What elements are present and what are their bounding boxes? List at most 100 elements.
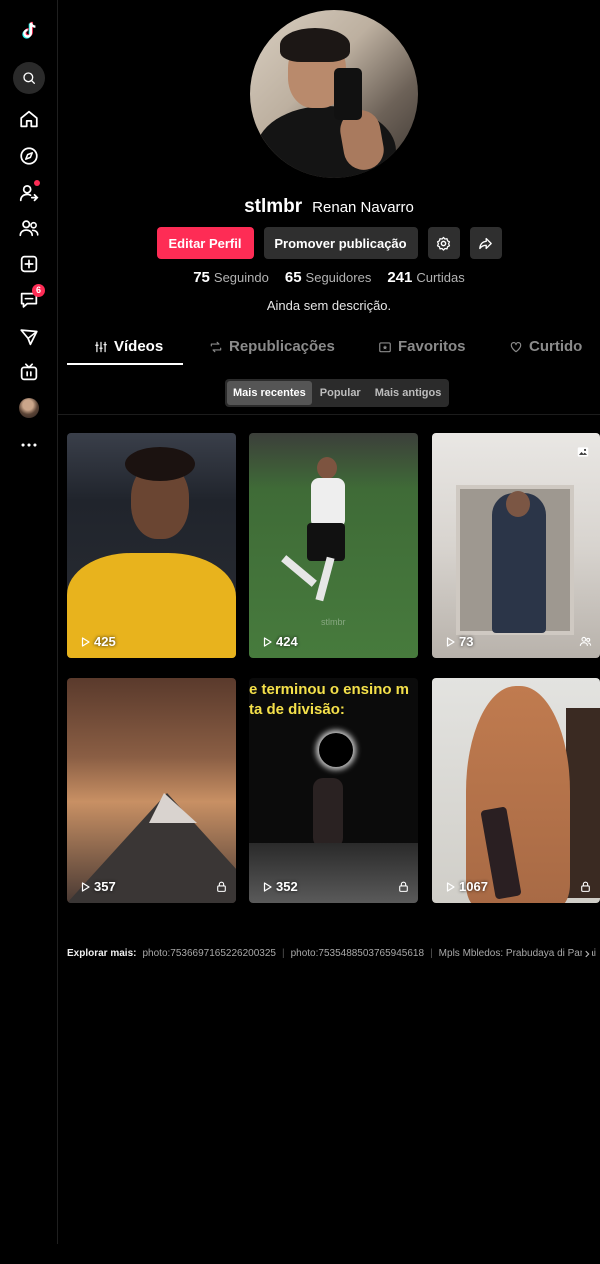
username: stlmbr <box>244 196 303 217</box>
following-label: Seguindo <box>213 270 269 285</box>
nickname: Renan Navarro <box>312 199 414 216</box>
sidebar: 6 <box>0 0 58 1244</box>
thumbnail-player-shorts <box>307 523 345 561</box>
photo-icon <box>577 447 589 457</box>
view-count-value: 1067 <box>459 879 488 894</box>
promote-post-button[interactable]: Promover publicação <box>263 227 418 259</box>
active-tab-indicator <box>67 363 183 365</box>
thumbnail-door <box>566 708 600 898</box>
view-count: 1067 <box>444 879 488 894</box>
play-icon <box>263 881 272 892</box>
explore-icon[interactable] <box>12 139 46 173</box>
lock-icon <box>581 881 590 892</box>
thumbnail-player-shirt <box>311 478 345 528</box>
thumbnail-ground <box>249 843 418 903</box>
liked-icon <box>510 341 522 352</box>
profile-photo[interactable] <box>250 10 418 178</box>
view-count-value: 357 <box>94 879 116 894</box>
explore-link[interactable]: photo:7536697165226200325 <box>142 948 275 959</box>
play-icon <box>81 881 90 892</box>
tab-liked[interactable]: Curtido <box>509 338 582 355</box>
video-thumbnail[interactable]: 425 <box>67 433 236 658</box>
likes-label: Curtidas <box>416 270 465 285</box>
tab-videos-label: Vídeos <box>114 338 164 355</box>
tab-favorites[interactable]: Favoritos <box>378 338 466 355</box>
likes-count: 241 <box>387 269 413 286</box>
view-count-value: 352 <box>276 879 298 894</box>
watermark: stlmbr <box>321 617 346 627</box>
followers-stat[interactable]: 65 Seguidores <box>285 269 371 286</box>
view-count-value: 425 <box>94 634 116 649</box>
repost-icon <box>210 341 222 352</box>
tiktok-logo-icon[interactable] <box>12 14 46 48</box>
explore-label: Explorar mais: <box>67 948 137 959</box>
video-thumbnail[interactable]: 357 <box>67 678 236 903</box>
play-icon <box>263 636 272 647</box>
chevron-right-icon[interactable] <box>582 948 592 959</box>
profile-bio: Ainda sem descrição. <box>266 298 392 313</box>
settings-icon <box>436 236 451 251</box>
explore-link[interactable]: Mpls Mbledos: Prabudaya di Pantai <box>439 948 596 959</box>
tab-liked-label: Curtido <box>529 338 583 355</box>
notification-dot <box>34 180 40 186</box>
followers-count: 65 <box>284 269 302 286</box>
explore-link[interactable]: photo:7535488503765945618 <box>291 948 424 959</box>
view-count: 424 <box>261 634 298 649</box>
avatar <box>19 398 39 418</box>
following-count: 75 <box>193 269 210 286</box>
profile-photo-phone <box>334 68 362 120</box>
video-thumbnail[interactable]: 73 <box>432 433 600 658</box>
video-thumbnail[interactable]: e terminou o ensino m ta de divisão: 352 <box>249 678 418 903</box>
explore-more: Explorar mais: photo:7536697165226200325… <box>67 948 600 959</box>
thumbnail-caption: e terminou o ensino m ta de divisão: <box>249 681 410 718</box>
sort-popular[interactable]: Popular <box>314 381 367 405</box>
settings-button[interactable] <box>427 227 460 259</box>
profile-name-row: stlmbr Renan Navarro <box>58 196 600 218</box>
messages-badge: 6 <box>32 284 45 297</box>
messages-icon[interactable]: 6 <box>12 283 46 317</box>
view-count: 352 <box>261 879 298 894</box>
tab-videos[interactable]: Vídeos <box>94 338 163 355</box>
friends-icon <box>579 636 592 646</box>
search-icon[interactable] <box>13 62 45 94</box>
profile-avatar[interactable] <box>12 391 46 425</box>
profile-photo-hair <box>280 28 350 62</box>
tab-reposts-label: Republicações <box>229 338 335 355</box>
friends-icon[interactable] <box>12 211 46 245</box>
videos-tab-icon <box>95 341 107 352</box>
thumbnail-player-leg <box>315 556 335 602</box>
followers-label: Seguidores <box>305 270 372 285</box>
tab-favorites-label: Favoritos <box>398 338 466 355</box>
view-count-value: 424 <box>276 634 298 649</box>
live-icon[interactable] <box>12 355 46 389</box>
view-count-value: 73 <box>459 634 474 649</box>
lock-icon <box>217 881 226 892</box>
play-icon <box>446 881 455 892</box>
play-icon <box>81 636 90 647</box>
video-thumbnail[interactable]: stlmbr 424 <box>249 433 418 658</box>
lock-icon <box>399 881 408 892</box>
separator: | <box>430 948 433 959</box>
thumbnail-hair <box>466 686 570 903</box>
thumbnail-hair <box>125 447 195 481</box>
home-icon[interactable] <box>12 102 46 136</box>
upload-icon[interactable] <box>12 247 46 281</box>
view-count: 357 <box>79 879 116 894</box>
edit-profile-button[interactable]: Editar Perfil <box>156 227 254 259</box>
sort-selector: Mais recentes Popular Mais antigos <box>225 379 450 407</box>
tab-reposts[interactable]: Republicações <box>209 338 335 355</box>
following-stat[interactable]: 75 Seguindo <box>193 269 269 286</box>
thumbnail-figure <box>313 778 343 848</box>
activity-icon[interactable] <box>12 320 46 354</box>
separator: | <box>281 948 285 959</box>
thumbnail-person-head <box>506 491 530 517</box>
sort-oldest[interactable]: Mais antigos <box>369 381 448 405</box>
sort-most-recent[interactable]: Mais recentes <box>227 381 312 405</box>
divider <box>58 414 600 415</box>
more-icon[interactable] <box>12 428 46 462</box>
thumbnail-eclipse <box>319 733 353 767</box>
video-thumbnail[interactable]: 1067 <box>432 678 600 903</box>
share-button[interactable] <box>469 227 502 259</box>
following-icon[interactable] <box>12 176 46 210</box>
favorites-icon <box>379 341 391 352</box>
